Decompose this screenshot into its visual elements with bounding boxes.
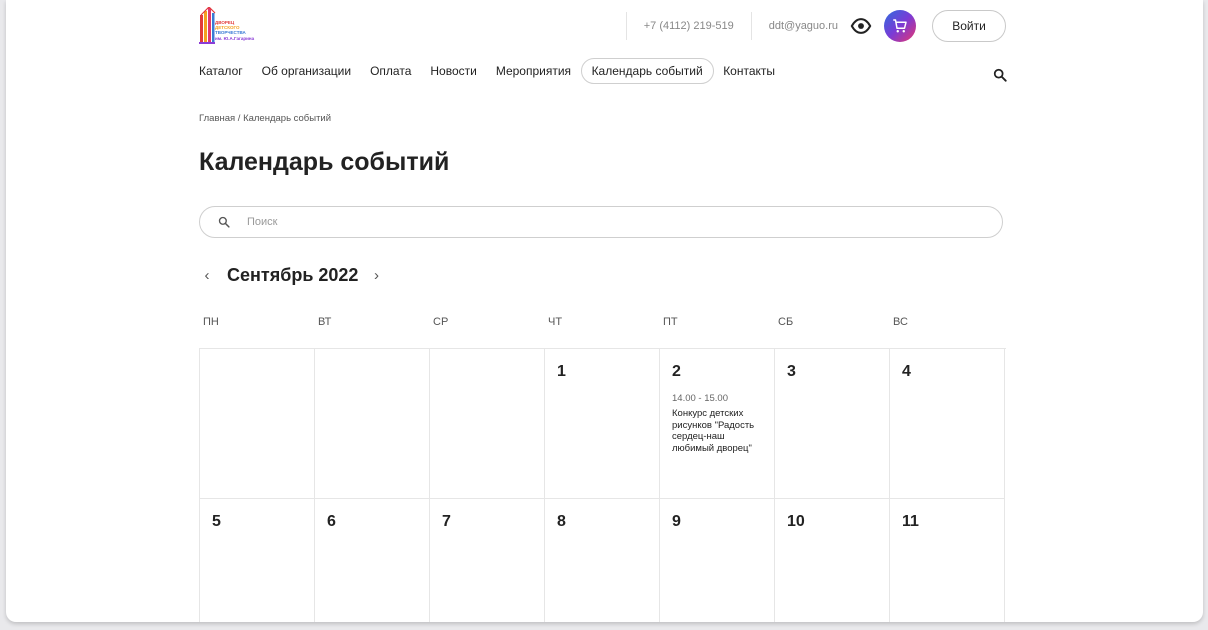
month-switcher: ‹ Сентябрь 2022 › [201, 265, 382, 286]
search-icon [218, 216, 230, 228]
calendar-day-empty [430, 349, 545, 499]
day-number: 5 [212, 513, 221, 530]
header-contacts: +7 (4112) 219-519 ddt@yaguo.ru Войти [625, 9, 1006, 43]
day-number: 2 [672, 363, 681, 380]
page-title: Календарь событий [199, 148, 450, 176]
weekday-label: ПТ [663, 316, 678, 328]
day-number: 10 [787, 513, 805, 530]
day-number: 11 [902, 513, 919, 530]
chevron-left-icon[interactable]: ‹ [201, 267, 213, 284]
weekday-label: СР [433, 316, 449, 328]
logo[interactable]: ДВОРЕЦ ДЕТСКОГО ТВОРЧЕСТВА им. Ю.А.Гагар… [199, 6, 259, 47]
nav-item-contacts[interactable]: Контакты [714, 59, 785, 83]
day-number: 6 [327, 513, 336, 530]
calendar-day[interactable]: 1 [545, 349, 660, 499]
breadcrumb[interactable]: Главная / Календарь событий [199, 113, 331, 124]
eye-icon[interactable] [850, 15, 872, 37]
email-link[interactable]: ddt@yaguo.ru [752, 20, 850, 32]
month-label: Сентябрь 2022 [227, 265, 359, 285]
event-time: 14.00 - 15.00 [672, 393, 728, 404]
calendar-day[interactable]: 11 [890, 499, 1005, 622]
event-link[interactable]: Конкурс детских рисунков "Радость сердец… [672, 408, 762, 454]
search-bar[interactable] [199, 206, 1003, 238]
calendar-day[interactable]: 2 14.00 - 15.00 Конкурс детских рисунков… [660, 349, 775, 499]
calendar-day[interactable]: 10 [775, 499, 890, 622]
nav-item-payment[interactable]: Оплата [361, 59, 421, 83]
day-number: 4 [902, 363, 911, 380]
nav-item-events[interactable]: Мероприятия [486, 59, 580, 83]
calendar-day-empty [200, 349, 315, 499]
day-number: 7 [442, 513, 451, 530]
weekday-header: ПН ВТ СР ЧТ ПТ СБ ВС [199, 316, 1005, 328]
cart-icon [893, 19, 907, 33]
logo-text: ДВОРЕЦ ДЕТСКОГО ТВОРЧЕСТВА им. Ю.А.Гагар… [215, 20, 254, 41]
weekday-label: ВС [893, 316, 908, 328]
login-button[interactable]: Войти [932, 10, 1006, 42]
page: ДВОРЕЦ ДЕТСКОГО ТВОРЧЕСТВА им. Ю.А.Гагар… [6, 0, 1203, 622]
calendar-day[interactable]: 3 [775, 349, 890, 499]
search-icon[interactable] [993, 68, 1007, 82]
day-number: 8 [557, 513, 566, 530]
weekday-label: ВТ [318, 316, 332, 328]
calendar-day-empty [315, 349, 430, 499]
calendar-grid: 1 2 14.00 - 15.00 Конкурс детских рисунк… [199, 348, 1006, 622]
day-number: 9 [672, 513, 681, 530]
weekday-label: ЧТ [548, 316, 563, 328]
calendar-day[interactable]: 6 [315, 499, 430, 622]
main-nav: Каталог Об организации Оплата Новости Ме… [199, 58, 785, 84]
search-input[interactable] [245, 215, 949, 229]
nav-item-about[interactable]: Об организации [252, 59, 360, 83]
calendar-day[interactable]: 7 [430, 499, 545, 622]
calendar-day[interactable]: 5 [200, 499, 315, 622]
chevron-right-icon[interactable]: › [370, 267, 382, 284]
day-number: 1 [557, 363, 566, 380]
phone-link[interactable]: +7 (4112) 219-519 [627, 20, 751, 32]
weekday-label: СБ [778, 316, 794, 328]
day-number: 3 [787, 363, 796, 380]
nav-item-news[interactable]: Новости [421, 59, 486, 83]
cart-button[interactable] [884, 10, 916, 42]
logo-line: им. Ю.А.Гагарина [215, 35, 255, 41]
nav-item-calendar[interactable]: Календарь событий [580, 58, 714, 84]
calendar-day[interactable]: 9 [660, 499, 775, 622]
weekday-label: ПН [203, 316, 219, 328]
nav-item-catalog[interactable]: Каталог [199, 59, 252, 83]
calendar-day[interactable]: 4 [890, 349, 1005, 499]
calendar-day[interactable]: 8 [545, 499, 660, 622]
